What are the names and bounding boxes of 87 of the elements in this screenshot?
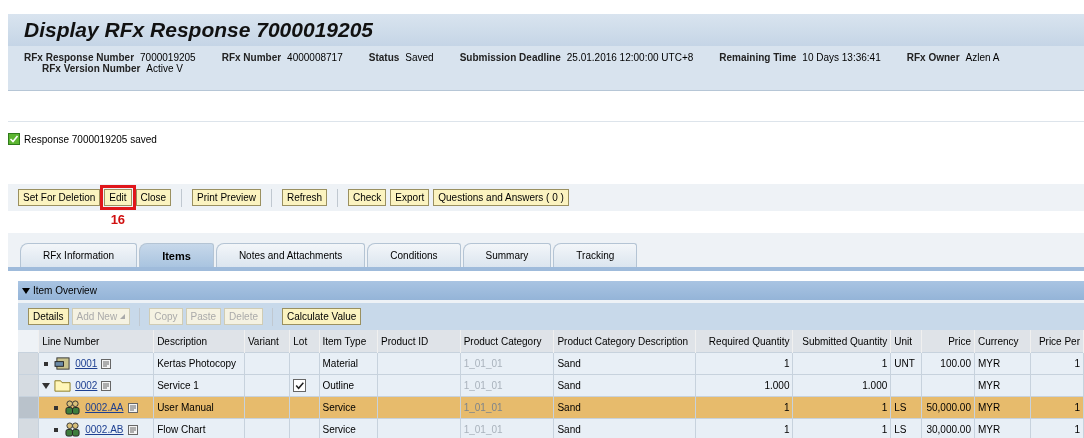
- dropdown-icon: [120, 314, 126, 319]
- field-label: RFx Response Number: [24, 52, 135, 63]
- table-cell: 1.000: [862, 380, 888, 391]
- annotation-number: 16: [110, 212, 126, 227]
- toolbar-button[interactable]: Set For Deletion: [18, 189, 101, 206]
- table-cell: 1_01_01: [463, 424, 503, 435]
- table-cell: Sand: [557, 424, 581, 435]
- table-cell: 1: [881, 358, 888, 369]
- table-cell: 50,000.00: [926, 402, 971, 413]
- table-cell: MYR: [977, 424, 1001, 435]
- line-number-link[interactable]: 0002.AA: [85, 402, 124, 413]
- details-icon[interactable]: [127, 402, 138, 413]
- field-value: 7000019205: [140, 52, 196, 63]
- page-title: Display RFx Response 7000019205: [24, 18, 374, 42]
- toolbar-button[interactable]: Refresh: [282, 189, 327, 206]
- table-cell: MYR: [977, 402, 1001, 413]
- table-toolbar-button[interactable]: Calculate Value: [282, 308, 362, 325]
- field-label: RFx Owner: [906, 52, 960, 63]
- table-cell: UNT: [894, 358, 915, 369]
- field-value: Active V: [146, 63, 184, 74]
- field-value: 10 Days 13:36:41: [802, 52, 881, 63]
- table-cell: Sand: [557, 358, 581, 369]
- table-cell: 1: [881, 424, 888, 435]
- people-icon: [64, 422, 82, 437]
- table-cell: MYR: [977, 380, 1001, 391]
- details-icon[interactable]: [127, 424, 138, 435]
- table-cell: 1: [783, 358, 790, 369]
- field-label: RFx Number: [221, 52, 282, 63]
- table-cell: Outline: [322, 380, 355, 391]
- table-cell: Material: [322, 358, 359, 369]
- details-icon[interactable]: [101, 358, 112, 369]
- table-cell: 1.000: [764, 380, 790, 391]
- tab[interactable]: Conditions: [367, 243, 461, 267]
- table-cell: 1_01_01: [463, 402, 503, 413]
- field-value: 4000008717: [287, 52, 343, 63]
- details-icon[interactable]: [101, 380, 112, 391]
- toolbar-button[interactable]: Check: [348, 189, 387, 206]
- field-value: Azlen A: [965, 52, 1000, 63]
- toolbar-button[interactable]: Print Preview: [192, 189, 261, 206]
- section-title: Item Overview: [33, 285, 97, 296]
- field-value: Saved: [405, 52, 434, 63]
- table-cell: Sand: [557, 402, 581, 413]
- lot-checkbox[interactable]: [293, 379, 307, 392]
- toolbar-button[interactable]: Export: [390, 189, 430, 206]
- collapse-icon[interactable]: [22, 287, 30, 294]
- table-cell: User Manual: [157, 402, 214, 413]
- folder-icon: [54, 378, 72, 393]
- toolbar-button[interactable]: Questions and Answers ( 0 ): [433, 189, 569, 206]
- field-value: 25.01.2016 12:00:00 UTC+8: [566, 52, 694, 63]
- table-cell: 1: [783, 424, 790, 435]
- field-label: Submission Deadline: [459, 52, 561, 63]
- status-message: Response 7000019205 saved: [24, 133, 157, 145]
- field-label: Status: [368, 52, 400, 63]
- table-cell: 1_01_01: [463, 380, 503, 391]
- line-number-link[interactable]: 0001: [75, 358, 98, 369]
- tab[interactable]: Summary: [462, 243, 552, 267]
- table-cell: LS: [894, 424, 907, 435]
- field-label: Remaining Time: [719, 52, 797, 63]
- table-cell: Sand: [557, 380, 581, 391]
- table-cell: 1: [1074, 424, 1080, 435]
- table-cell: Flow Chart: [157, 424, 206, 435]
- table-cell: MYR: [977, 358, 1001, 369]
- table-cell: Service 1: [157, 380, 199, 391]
- people-icon: [64, 400, 82, 415]
- table-cell: 1: [1074, 358, 1080, 369]
- table-cell: Kertas Photocopy: [157, 358, 237, 369]
- table-cell: 1: [1074, 402, 1080, 413]
- toolbar-button[interactable]: Close: [135, 189, 172, 206]
- field-label: RFx Version Number: [42, 63, 141, 74]
- table-cell: LS: [894, 402, 907, 413]
- line-number-link[interactable]: 0002: [75, 380, 98, 391]
- box-icon: [54, 356, 72, 371]
- checkmark-icon: [8, 133, 20, 145]
- table-cell: 1_01_01: [463, 358, 503, 369]
- expand-icon[interactable]: [42, 382, 51, 389]
- line-number-link[interactable]: 0002.AB: [85, 424, 124, 435]
- table-cell: 30,000.00: [926, 424, 971, 435]
- tab[interactable]: RFx Information: [20, 243, 138, 267]
- tab[interactable]: Notes and Attachments: [215, 243, 366, 267]
- tab[interactable]: Items: [139, 243, 214, 267]
- table-toolbar-button[interactable]: Details: [28, 308, 69, 325]
- table-cell: 1: [783, 402, 790, 413]
- table-cell: 100.00: [940, 358, 971, 369]
- table-cell: 1: [881, 402, 888, 413]
- table-cell: Service: [322, 424, 356, 435]
- table-cell: Service: [322, 402, 356, 413]
- tab[interactable]: Tracking: [553, 243, 638, 267]
